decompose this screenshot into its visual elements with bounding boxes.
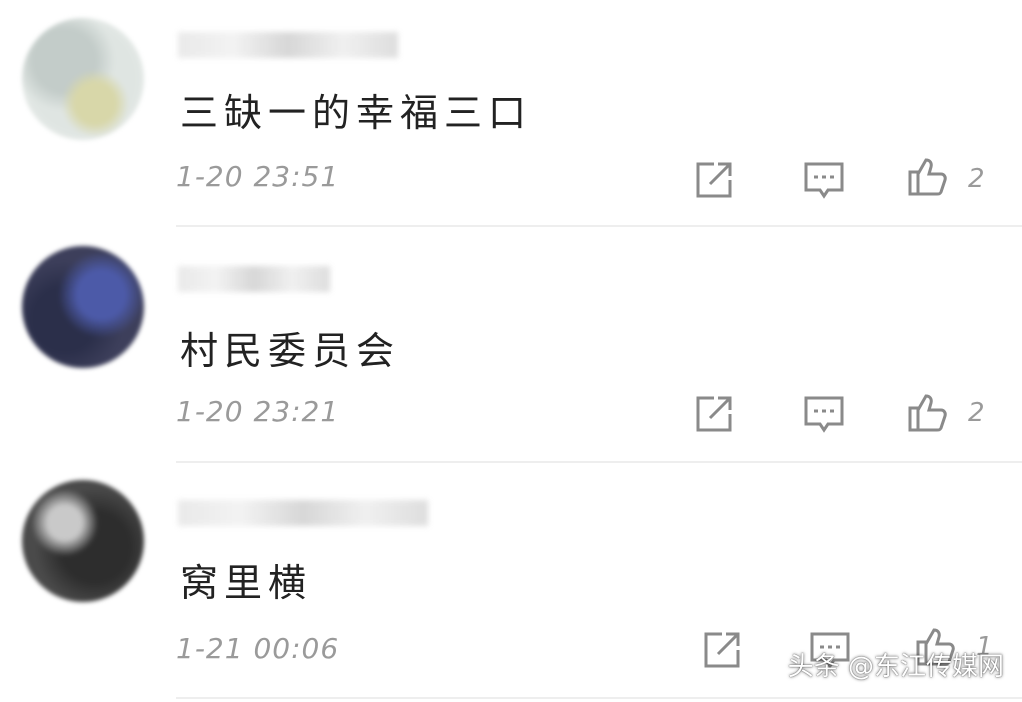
share-icon[interactable] xyxy=(692,158,736,202)
comment-icon[interactable] xyxy=(802,158,846,202)
thumbs-up-icon[interactable] xyxy=(906,154,950,198)
avatar[interactable] xyxy=(22,18,144,140)
watermark: 头条 @东江传媒网 xyxy=(787,652,1004,682)
comment-icon[interactable] xyxy=(802,392,846,436)
like-count: 2 xyxy=(968,398,985,428)
comment-time: 1-20 23:21 xyxy=(176,395,340,428)
thumbs-up-icon[interactable] xyxy=(906,390,950,434)
comment-text: 三缺一的幸福三口 xyxy=(180,91,533,135)
avatar[interactable] xyxy=(22,246,144,368)
divider xyxy=(176,225,1022,227)
share-icon[interactable] xyxy=(692,392,736,436)
like-count: 2 xyxy=(968,164,985,194)
divider xyxy=(176,461,1022,463)
divider xyxy=(176,697,1022,699)
username-blurred[interactable] xyxy=(178,500,428,526)
share-icon[interactable] xyxy=(700,628,744,672)
username-blurred[interactable] xyxy=(178,32,398,58)
comment-time: 1-21 00:06 xyxy=(176,632,340,665)
comment-time: 1-20 23:51 xyxy=(176,160,340,193)
avatar[interactable] xyxy=(22,480,144,602)
username-blurred[interactable] xyxy=(178,266,330,292)
comment-text: 窝里横 xyxy=(180,561,313,605)
comment-text: 村民委员会 xyxy=(180,329,401,373)
